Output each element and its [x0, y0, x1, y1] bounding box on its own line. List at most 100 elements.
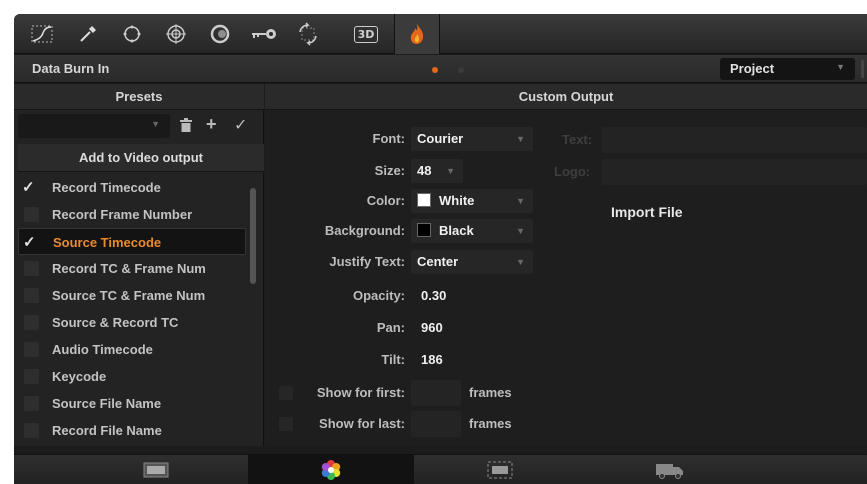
background-swatch	[417, 223, 431, 237]
background-dropdown[interactable]: Black ▼	[411, 219, 533, 243]
font-dropdown[interactable]: Courier ▼	[411, 127, 533, 151]
list-item-record-timecode[interactable]: ✓ Record Timecode	[18, 174, 260, 201]
import-file-button[interactable]: Import File	[611, 204, 683, 220]
eyedropper-icon[interactable]	[70, 20, 106, 48]
divider	[861, 60, 864, 78]
panel-title: Data Burn In	[32, 61, 110, 76]
page-navigation-bar	[14, 454, 867, 484]
presets-panel: Presets ▼ + ✓ Add to Video output ✓ Reco…	[14, 84, 264, 446]
flame-icon[interactable]	[394, 14, 440, 54]
list-item-source-record-tc[interactable]: Source & Record TC	[18, 309, 260, 336]
checkbox[interactable]	[24, 315, 39, 330]
page-indicator-inactive[interactable]	[458, 67, 464, 73]
list-item-label: Source Timecode	[53, 235, 162, 250]
show-last-label: Show for last:	[319, 416, 405, 431]
show-first-label: Show for first:	[316, 385, 405, 400]
show-last-input[interactable]	[411, 411, 461, 437]
sizing-icon[interactable]	[290, 20, 326, 48]
checkbox[interactable]	[24, 423, 39, 438]
key-icon[interactable]	[246, 20, 282, 48]
window-icon[interactable]	[114, 20, 150, 48]
justify-value: Center	[417, 254, 459, 269]
show-last-unit: frames	[469, 416, 512, 431]
list-item-audio-timecode[interactable]: Audio Timecode	[18, 336, 260, 363]
scope-dropdown[interactable]: Project ▼	[720, 58, 855, 80]
stereo-3d-icon[interactable]: 3D	[348, 20, 384, 48]
curves-icon[interactable]	[24, 20, 60, 48]
list-scrollbar[interactable]	[250, 188, 256, 284]
color-page-icon[interactable]	[248, 455, 414, 484]
logo-label: Logo:	[554, 164, 591, 179]
chevron-down-icon: ▼	[516, 257, 525, 267]
list-item-label: Record Frame Number	[52, 207, 193, 222]
show-first-unit: frames	[469, 385, 512, 400]
list-item-source-tc-frame-num[interactable]: Source TC & Frame Num	[18, 282, 260, 309]
checkbox[interactable]	[24, 261, 39, 276]
list-item-label: Source TC & Frame Num	[52, 288, 206, 303]
list-item-label: Record Timecode	[52, 180, 161, 195]
logo-input[interactable]	[602, 159, 867, 185]
add-preset-icon[interactable]: +	[206, 114, 217, 135]
media-page-icon[interactable]	[126, 455, 186, 484]
size-value: 48	[417, 163, 432, 178]
text-input[interactable]	[602, 127, 867, 153]
color-swatch	[417, 193, 431, 207]
edit-page-icon[interactable]	[470, 455, 530, 484]
panel-title-bar: Data Burn In Project ▼	[14, 55, 867, 83]
apply-preset-icon[interactable]: ✓	[234, 115, 247, 135]
color-dropdown[interactable]: White ▼	[411, 189, 533, 213]
tilt-value[interactable]: 186	[421, 347, 443, 373]
background-label: Background:	[324, 223, 405, 238]
list-item-label: Record File Name	[52, 423, 162, 438]
checkbox[interactable]	[24, 342, 39, 357]
chevron-down-icon: ▼	[516, 226, 525, 236]
stereo-3d-label: 3D	[353, 25, 379, 43]
checkbox[interactable]	[24, 396, 39, 411]
checkbox[interactable]	[24, 207, 39, 222]
list-item-keycode[interactable]: Keycode	[18, 363, 260, 390]
chevron-down-icon: ▼	[516, 196, 525, 206]
font-label: Font:	[372, 131, 405, 146]
list-item-record-tc-frame-num[interactable]: Record TC & Frame Num	[18, 255, 260, 282]
list-item-record-file-name[interactable]: Record File Name	[18, 417, 260, 444]
chevron-down-icon: ▼	[446, 166, 455, 176]
data-burn-in-window: 3D Data Burn In Project ▼ Presets ▼ + ✓ …	[14, 14, 867, 484]
presets-header: Presets	[14, 84, 264, 110]
preset-dropdown[interactable]: ▼	[18, 114, 170, 138]
checkmark-icon: ✓	[22, 179, 35, 196]
size-dropdown[interactable]: 48 ▼	[411, 159, 463, 183]
scope-dropdown-value: Project	[730, 61, 775, 76]
list-item-label: Source File Name	[52, 396, 162, 411]
justify-dropdown[interactable]: Center ▼	[411, 250, 533, 274]
text-label: Text:	[562, 132, 593, 147]
color-value: White	[439, 193, 475, 208]
list-item-source-timecode[interactable]: ✓ Source Timecode	[18, 228, 246, 255]
list-item-label: Audio Timecode	[52, 342, 153, 357]
pan-value[interactable]: 960	[421, 315, 443, 341]
trash-icon[interactable]	[180, 118, 192, 135]
blur-icon[interactable]	[202, 20, 238, 48]
list-item-record-frame-number[interactable]: Record Frame Number	[18, 201, 260, 228]
video-output-header: Add to Video output	[18, 144, 264, 172]
video-output-list: ✓ Record Timecode Record Frame Number ✓ …	[18, 174, 260, 444]
size-label: Size:	[374, 163, 405, 178]
show-first-input[interactable]	[411, 380, 461, 406]
custom-output-panel: Custom Output Font: Courier ▼ Size: 48 ▼…	[265, 84, 867, 446]
opacity-value[interactable]: 0.30	[421, 283, 446, 309]
checkbox[interactable]	[24, 288, 39, 303]
checkmark-icon: ✓	[23, 234, 36, 251]
justify-label: Justify Text:	[329, 254, 405, 269]
page-indicator-active[interactable]	[432, 67, 438, 73]
tilt-label: Tilt:	[381, 352, 405, 367]
palette-toolbar: 3D	[14, 14, 867, 54]
custom-output-header: Custom Output	[265, 84, 867, 110]
list-item-source-file-name[interactable]: Source File Name	[18, 390, 260, 417]
deliver-page-icon[interactable]	[640, 455, 700, 484]
chevron-down-icon: ▼	[516, 134, 525, 144]
background-value: Black	[439, 223, 474, 238]
tracker-icon[interactable]	[158, 20, 194, 48]
opacity-label: Opacity:	[352, 288, 405, 303]
checkbox[interactable]	[24, 369, 39, 384]
presets-controls: ▼ + ✓	[14, 111, 264, 141]
color-label: Color:	[366, 193, 405, 208]
